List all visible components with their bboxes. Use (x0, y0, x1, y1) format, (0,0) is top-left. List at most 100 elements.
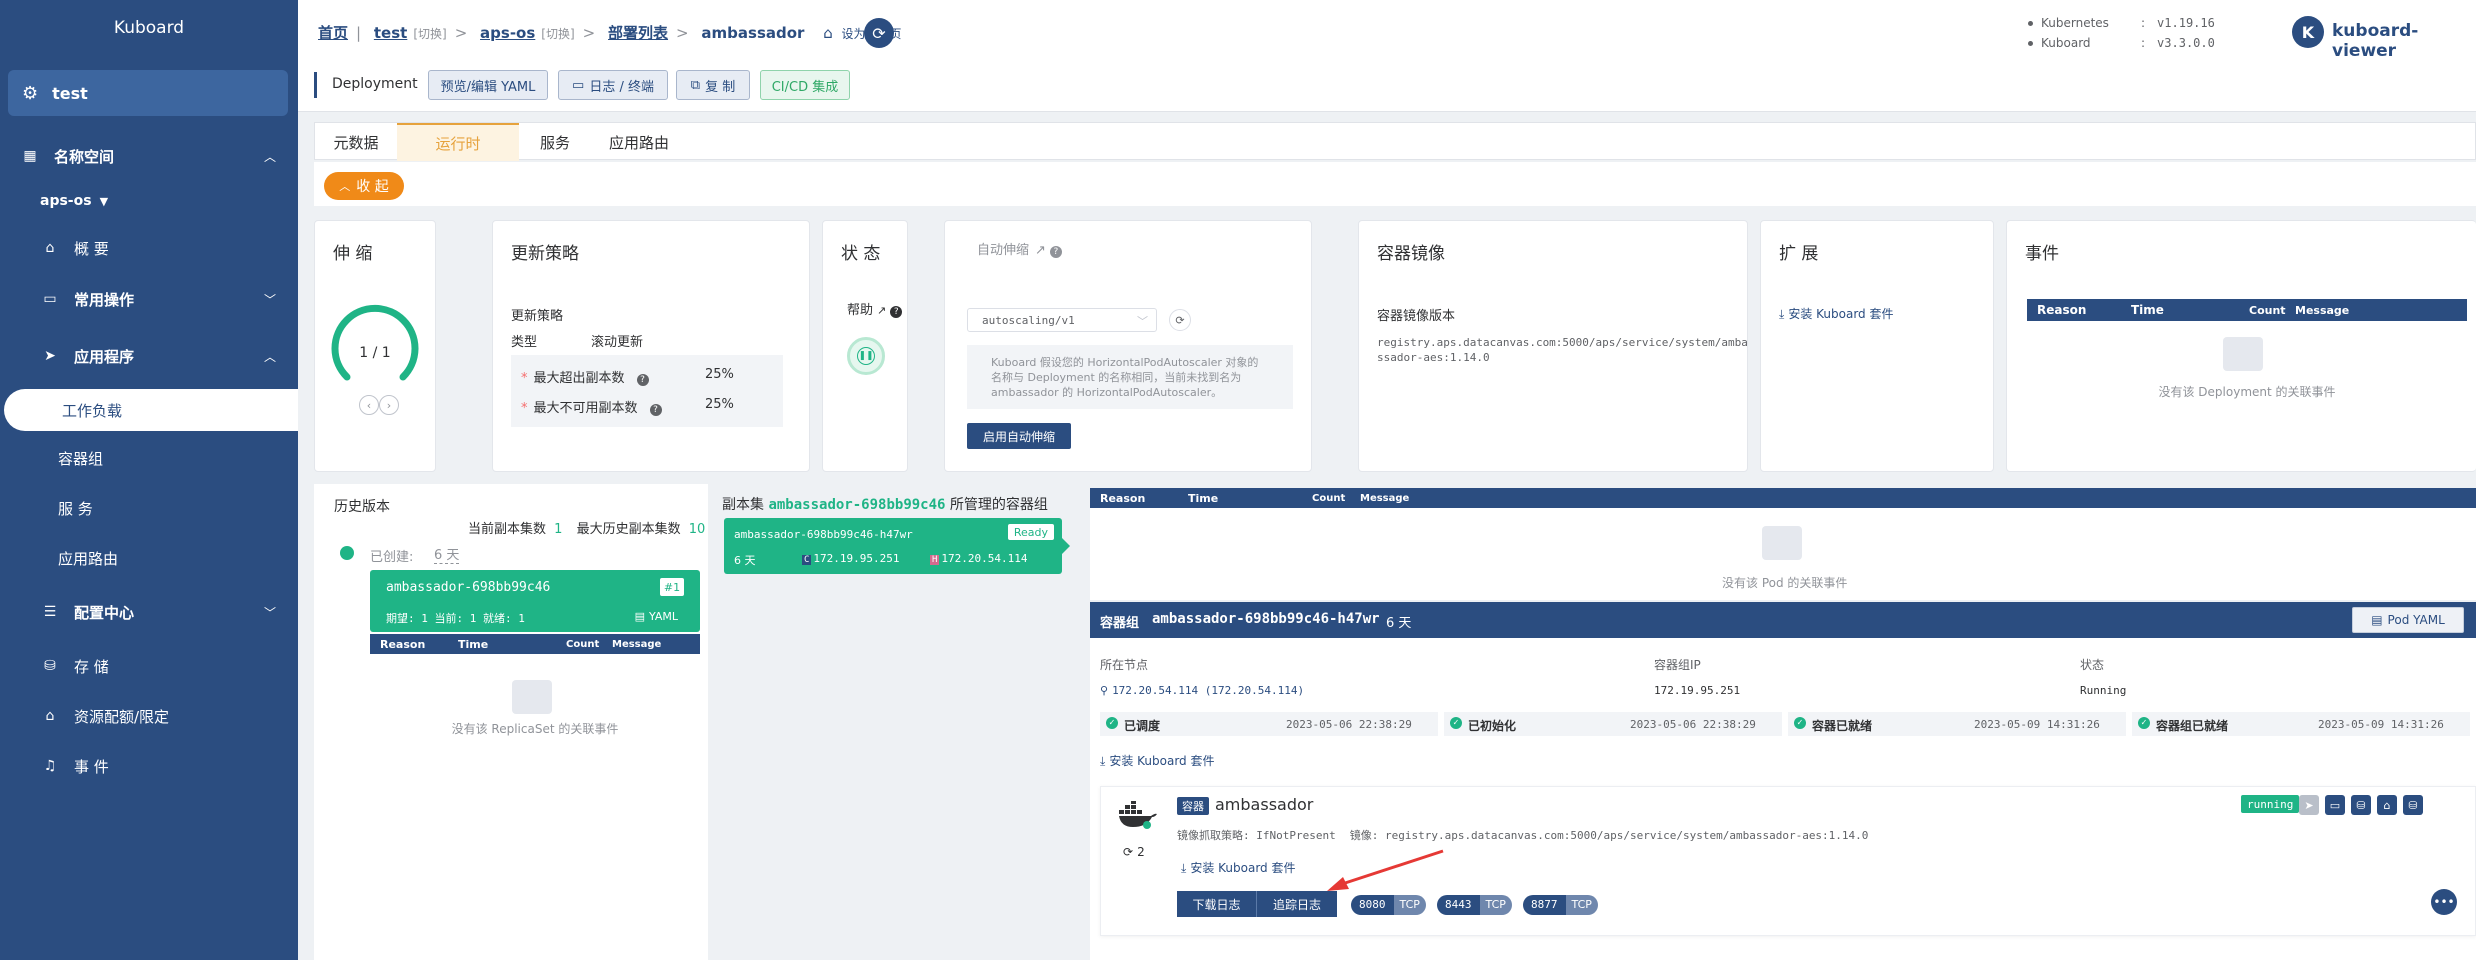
sidebar-namespace-header[interactable]: ▦ 名称空间 ︿ (0, 138, 298, 174)
breadcrumb-current: ambassador (701, 24, 805, 42)
chevron-up-icon: ︿ (263, 349, 276, 364)
sidebar-item-overview[interactable]: ⌂ 概 要 (0, 230, 298, 266)
tab-metadata[interactable]: 元数据 (315, 123, 397, 161)
col-message: Message (2295, 303, 2350, 317)
refresh-icon[interactable]: ⟳ (864, 18, 894, 48)
pod-detail-panel: 容器组 ambassador-698bb99c46-h47wr 6 天 ▤ Pod… (1090, 602, 2476, 960)
pointer-arrow (1327, 849, 1444, 891)
max-unavailable-value: 25% (705, 397, 734, 412)
tab-runtime[interactable]: 运行时 (397, 123, 519, 161)
breadcrumb-deployment-list[interactable]: 部署列表 (608, 24, 668, 42)
avatar[interactable]: K (2292, 16, 2324, 48)
col-time: Time (1188, 491, 1219, 505)
enable-autoscale-button[interactable]: 启用自动伸缩 (967, 423, 1071, 449)
sidebar-item-events[interactable]: ♫ 事 件 (0, 748, 298, 784)
condition-time: 2023-05-06 22:38:29 (1630, 718, 1756, 731)
image-label: 镜像: (1349, 829, 1379, 842)
col-reason: Reason (2037, 303, 2087, 317)
container-install-link[interactable]: ⤓ 安装 Kuboard 套件 (1181, 859, 1295, 876)
download-logs-button[interactable]: 下载日志 (1177, 891, 1257, 917)
storage-icon[interactable]: ⛁ (2403, 795, 2423, 815)
status-help[interactable]: 帮助 ↗? (847, 299, 903, 318)
terminal-icon[interactable]: ▭ (2325, 795, 2345, 815)
sidebar-item-services[interactable]: 服 务 (0, 490, 298, 526)
pod-events-header: Reason Time Count Message (1090, 488, 2476, 508)
sidebar-item-applications[interactable]: ➤ 应用程序 ︿ (0, 338, 298, 374)
sidebar-item-storage[interactable]: ⛁ 存 储 (0, 648, 298, 684)
col-count: Count (2249, 303, 2286, 317)
sidebar-item-label: 配置中心 (74, 603, 135, 622)
strategy-type-value: 滚动更新 (591, 335, 644, 350)
timeline-dot (340, 546, 354, 560)
sidebar-item-workloads[interactable]: 工作负载 (4, 389, 298, 431)
condition-label: 容器已就绪 (1812, 719, 1873, 733)
download-icon: ⤓ (1100, 754, 1106, 768)
pod-yaml-button[interactable]: ▤ Pod YAML (2352, 607, 2464, 633)
sidebar-item-quota[interactable]: ⌂ 资源配额/限定 (0, 698, 298, 734)
max-history-value: 10 (688, 522, 706, 537)
history-panel: 历史版本 当前副本集数 1 最大历史副本集数 10 已创建: 6 天 ambas… (314, 484, 708, 960)
running-dot (1143, 821, 1151, 829)
replicaset-card[interactable]: ambassador-698bb99c46 #1 期望: 1 当前: 1 就绪:… (370, 570, 700, 632)
download-icon: ⤓ (1181, 861, 1187, 875)
pod-install-kuboard-link[interactable]: ⤓ 安装 Kuboard 套件 (1100, 752, 1214, 769)
home-icon[interactable]: ⌂ (823, 24, 833, 42)
replicaset-pods-title: 副本集 ambassador-698bb99c46 所管理的容器组 (722, 494, 1048, 514)
send-icon[interactable]: ➤ (2299, 795, 2319, 815)
sidebar-item-label: 应用路由 (58, 549, 119, 568)
external-link-icon[interactable]: ↗ (1035, 243, 1046, 258)
edit-yaml-button[interactable]: 预览/编辑 YAML (428, 70, 548, 100)
breadcrumb-namespace[interactable]: aps-os (480, 24, 535, 42)
copy-button[interactable]: ⧉ 复 制 (676, 70, 750, 100)
home-icon: ⌂ (45, 240, 55, 256)
user-name[interactable]: kuboard-viewer (2332, 21, 2476, 61)
copy-icon: ⧉ (690, 77, 701, 93)
condition-time: 2023-05-09 14:31:26 (1974, 718, 2100, 731)
container-name: ambassador (1215, 795, 1314, 814)
refresh-icon[interactable]: ⟳ (1169, 309, 1191, 331)
database-icon[interactable]: ⛁ (2351, 795, 2371, 815)
breadcrumb-cluster[interactable]: test (374, 24, 407, 42)
rs-yaml-link[interactable]: ▤ YAML (635, 610, 678, 623)
port-number: 8080 (1351, 895, 1394, 915)
rs-title-name: ambassador-698bb99c46 (768, 497, 946, 513)
col-message: Message (612, 638, 662, 650)
sidebar-item-config[interactable]: ☰ 配置中心 ﹀ (0, 594, 298, 630)
sidebar-item-common-ops[interactable]: ▭ 常用操作 ﹀ (0, 281, 298, 317)
autoscale-card: 自动伸缩 ↗? autoscaling/v1 ﹀ ⟳ Kuboard 假设您的 Ho… (944, 220, 1312, 472)
tab-ingress[interactable]: 应用路由 (591, 123, 687, 161)
node-link[interactable]: ⚲ 172.20.54.114 (172.20.54.114) (1100, 684, 1304, 697)
pod-card[interactable]: ambassador-698bb99c46-h47wr Ready 6 天 C1… (724, 518, 1062, 574)
sidebar-item-pods[interactable]: 容器组 (0, 440, 298, 476)
api-version-select[interactable]: autoscaling/v1 ﹀ (967, 308, 1157, 332)
breadcrumb-home[interactable]: 首页 (318, 24, 348, 42)
cluster-name: test (52, 83, 88, 103)
logs-terminal-button[interactable]: ▭ 日志 / 终端 (558, 70, 668, 100)
namespace-selector[interactable]: aps-os ▼ (0, 184, 298, 218)
scale-card: 伸 缩 1 / 1 ‹ › (314, 220, 436, 472)
cluster-selector[interactable]: ⚙ test (8, 70, 288, 116)
page-header: 首页 | test [切换] > aps-os [切换] > 部署列表 > ambassad… (298, 0, 2476, 112)
rs-title-suffix: 所管理的容器组 (949, 497, 1048, 513)
namespace-switch-link[interactable]: [切换] (541, 27, 574, 41)
sidebar-item-label: 常用操作 (74, 290, 135, 309)
replica-count: 1 / 1 (359, 345, 391, 361)
condition-scheduled: ✓ 已调度 2023-05-06 22:38:29 (1100, 712, 1438, 736)
cicd-button[interactable]: CI/CD 集成 (760, 70, 850, 100)
scale-up-button[interactable]: › (379, 395, 399, 415)
chevron-down-icon: ﹀ (263, 605, 276, 620)
tab-bar: 元数据 运行时 服务 应用路由 (314, 122, 2476, 161)
scale-down-button[interactable]: ‹ (359, 395, 379, 415)
kind-marker (314, 72, 317, 98)
install-kuboard-link[interactable]: ⤓ 安装 Kuboard 套件 (1779, 305, 1893, 322)
sidebar-item-ingress[interactable]: 应用路由 (0, 540, 298, 576)
breadcrumb: 首页 | test [切换] > aps-os [切换] > 部署列表 > ambassad… (318, 22, 902, 43)
pod-card-arrow (1062, 538, 1070, 554)
more-icon[interactable]: ••• (2431, 889, 2457, 915)
collapse-button[interactable]: ︿ 收 起 (324, 172, 404, 200)
home-icon[interactable]: ⌂ (2377, 795, 2397, 815)
image-version-label: 容器镜像版本 (1377, 309, 1456, 324)
cluster-switch-link[interactable]: [切换] (413, 27, 446, 41)
tab-services[interactable]: 服务 (519, 123, 591, 161)
pod-header-name: ambassador-698bb99c46-h47wr (1152, 611, 1380, 627)
